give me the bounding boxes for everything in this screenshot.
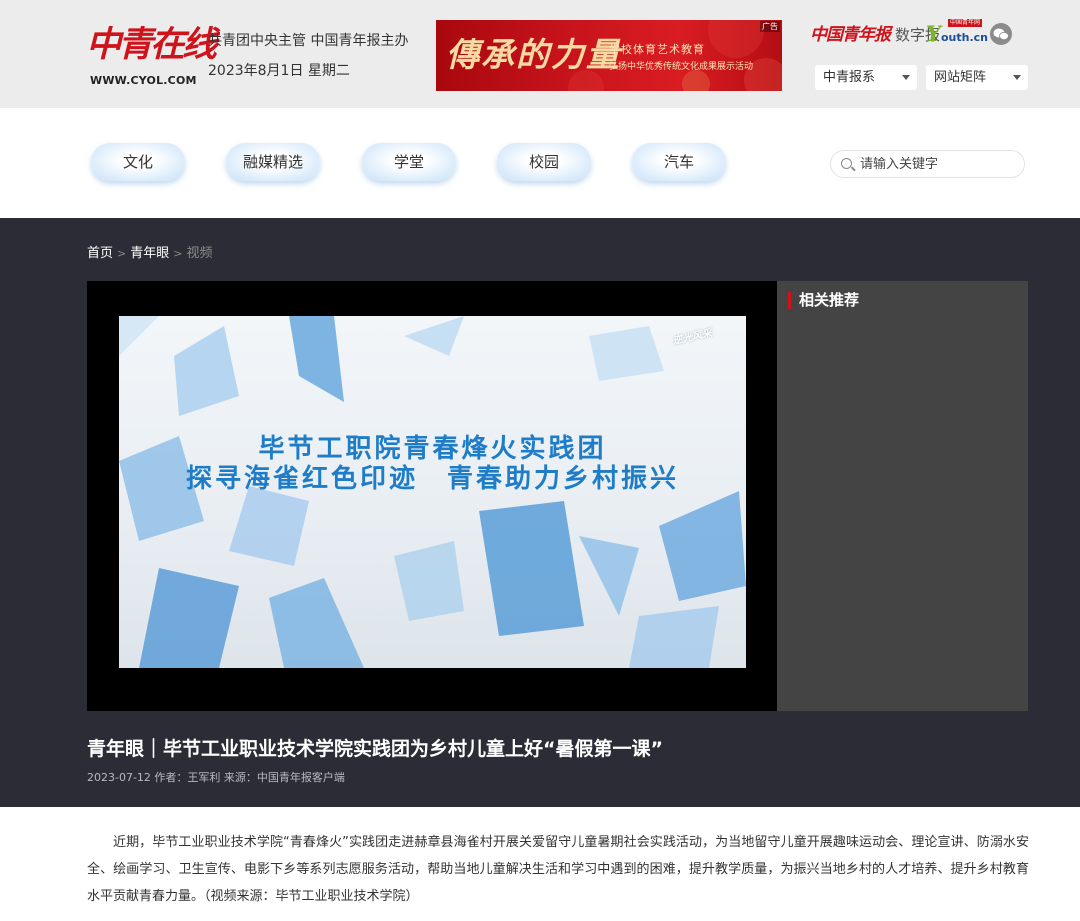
select-site-matrix[interactable]: 网站矩阵 xyxy=(926,65,1028,90)
site-logo[interactable]: 中青在线 WWW.CYOL.COM xyxy=(86,16,217,92)
main-nav: 文化 融媒精选 学堂 校园 汽车 xyxy=(0,108,1080,218)
chevron-down-icon xyxy=(902,75,910,80)
date-line: 2023年8月1日 星期二 xyxy=(208,63,350,79)
nav-item-culture[interactable]: 文化 xyxy=(91,143,185,181)
breadcrumb-sep: > xyxy=(173,247,183,260)
breadcrumb-current: 视频 xyxy=(186,246,213,261)
youth-tag: 中国青年网 xyxy=(948,19,983,27)
ad-tag: 广告 xyxy=(760,21,780,32)
video-title-line2: 探寻海雀红色印迹 青春助力乡村振兴 xyxy=(185,464,679,494)
banner-line1: 学校体育艺术教育 xyxy=(609,43,705,56)
banner-title: 傳承的力量 xyxy=(446,35,621,74)
video-player[interactable]: 毕节工职院青春烽火实践团 探寻海雀红色印迹 青春助力乡村振兴 逆光风采 xyxy=(87,281,777,711)
youth-cn-logo[interactable]: Youth.cn 中国青年网 xyxy=(926,19,989,47)
article-meta: 2023-07-12 作者：王军利 来源：中国青年报客户端 xyxy=(87,771,345,784)
select-cyd-family-value: 中青报系 xyxy=(823,70,876,85)
site-header: 中青在线 WWW.CYOL.COM 共青团中央主管 中国青年报主办 2023年8… xyxy=(0,0,1080,108)
video-frame: 毕节工职院青春烽火实践团 探寻海雀红色印迹 青春助力乡村振兴 逆光风采 xyxy=(119,316,746,668)
chevron-down-icon xyxy=(1013,75,1021,80)
wechat-icon[interactable] xyxy=(990,23,1012,45)
nav-item-media[interactable]: 融媒精选 xyxy=(226,143,320,181)
logo-url: WWW.CYOL.COM xyxy=(90,74,197,87)
related-panel: 相关推荐 xyxy=(777,281,1028,711)
article-title: 青年眼｜毕节工业职业技术学院实践团为乡村儿童上好“暑假第一课” xyxy=(87,738,663,760)
cyd-name: 中国青年报 xyxy=(810,25,891,45)
wechat-glyph xyxy=(993,28,1009,40)
ad-banner[interactable]: 傳承的力量 学校体育艺术教育 弘扬中华优秀传统文化成果展示活动 广告 xyxy=(436,20,782,91)
related-title: 相关推荐 xyxy=(788,292,859,309)
cyd-digital-logo[interactable]: 中国青年报 数字报 xyxy=(810,20,940,45)
breadcrumb-sep: > xyxy=(117,247,127,260)
banner-line2: 弘扬中华优秀传统文化成果展示活动 xyxy=(609,62,754,72)
youth-y: Y xyxy=(926,21,941,46)
breadcrumb-section[interactable]: 青年眼 xyxy=(130,246,169,261)
sponsor-line: 共青团中央主管 中国青年报主办 xyxy=(208,33,409,49)
youth-text: outh.cn xyxy=(941,31,989,44)
logo-mark: 中青在线 xyxy=(86,24,217,65)
article-body: 近期，毕节工业职业技术学院“青春烽火”实践团走进赫章县海雀村开展关爱留守儿童暑期… xyxy=(87,835,1029,904)
nav-item-campus[interactable]: 校园 xyxy=(497,143,591,181)
video-section: 首页>青年眼>视频 毕节工职院青春烽火实践团 探寻海雀红色印迹 青春助力 xyxy=(0,218,1080,807)
nav-item-school[interactable]: 学堂 xyxy=(362,143,456,181)
select-site-matrix-value: 网站矩阵 xyxy=(934,70,987,85)
breadcrumb-home[interactable]: 首页 xyxy=(87,246,113,261)
search-input[interactable] xyxy=(830,150,1025,178)
nav-item-auto[interactable]: 汽车 xyxy=(632,143,726,181)
search-icon[interactable] xyxy=(841,158,852,169)
breadcrumb: 首页 > 青年眼 > 视频 xyxy=(87,242,212,261)
header-info: 共青团中央主管 中国青年报主办 2023年8月1日 星期二 xyxy=(208,26,408,86)
select-cyd-family[interactable]: 中青报系 xyxy=(815,65,917,90)
